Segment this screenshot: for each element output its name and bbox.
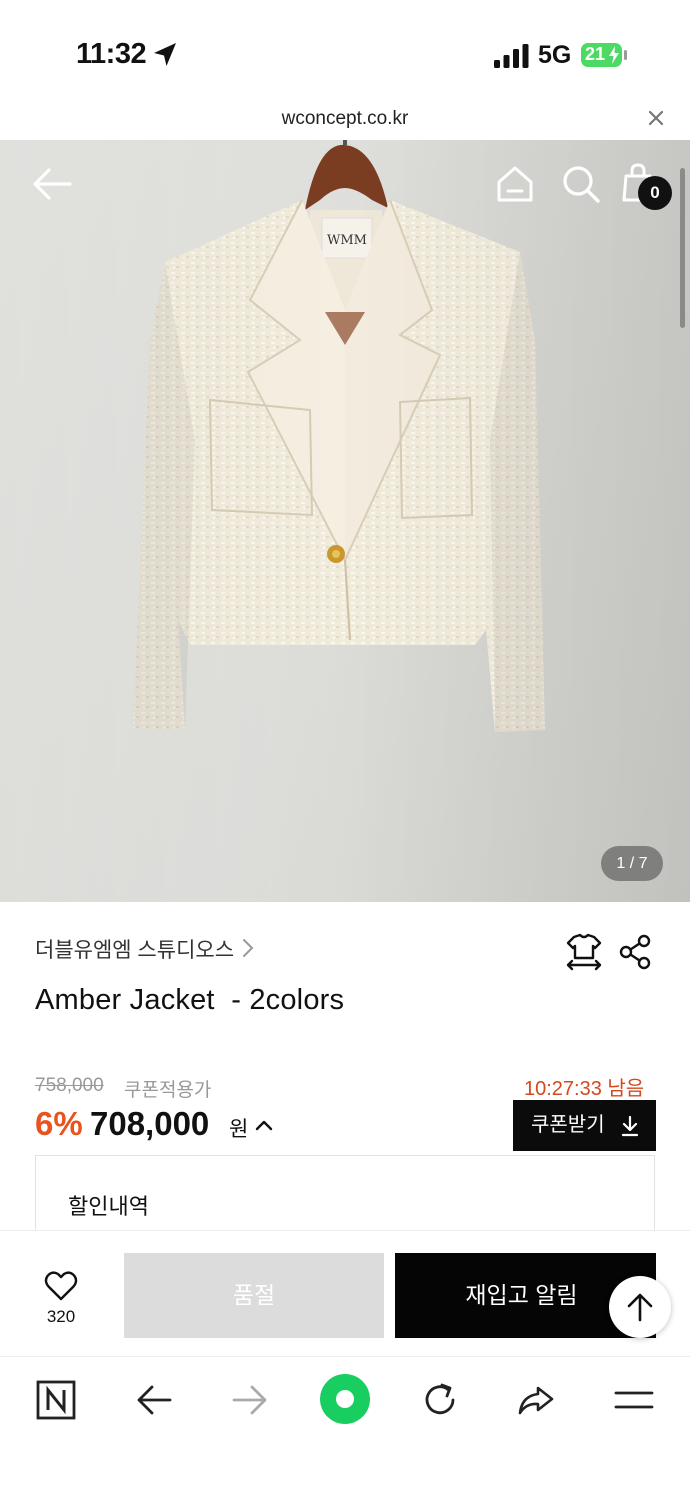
share-icon[interactable] [618, 934, 654, 970]
reload-icon[interactable] [418, 1378, 462, 1422]
original-price: 758,000 [35, 1075, 104, 1096]
final-price: 708,000 [90, 1105, 210, 1142]
url-text[interactable]: wconcept.co.kr [0, 108, 690, 130]
product-title: Amber Jacket - 2colors [35, 984, 345, 1016]
discount-details-title: 할인내역 [68, 1194, 149, 1219]
arrow-up-icon [627, 1293, 653, 1322]
product-image[interactable]: WMM [0, 140, 690, 902]
naver-icon[interactable] [34, 1378, 78, 1422]
chevron-right-icon[interactable] [238, 937, 256, 959]
coupon-price-label: 쿠폰적용가 [124, 1080, 212, 1101]
download-icon [621, 1115, 639, 1137]
status-time: 11:32 [76, 38, 147, 70]
brand-name[interactable]: 더블유엠엠 스튜디오스 [35, 934, 234, 964]
currency-unit: 원 [229, 1118, 249, 1141]
search-icon[interactable] [560, 163, 602, 205]
green-dot-icon[interactable] [318, 1372, 372, 1426]
cart-count-badge: 0 [638, 176, 672, 210]
coupon-timer: 10:27:33 남음 [524, 1078, 645, 1100]
chevron-up-icon[interactable] [254, 1116, 274, 1134]
location-arrow-icon [154, 43, 176, 66]
back-icon[interactable] [132, 1378, 176, 1422]
image-counter: 1 / 7 [601, 846, 663, 881]
coupon-button-label: 쿠폰받기 [531, 1114, 605, 1136]
discount-rate: 6% [35, 1105, 83, 1142]
home-icon[interactable] [494, 163, 536, 205]
network-type: 5G [538, 41, 572, 69]
share-forward-icon[interactable] [514, 1378, 558, 1422]
menu-icon[interactable] [612, 1378, 656, 1422]
forward-icon[interactable] [228, 1378, 272, 1422]
back-arrow-icon[interactable] [30, 164, 74, 204]
jacket-illustration: WMM [0, 140, 690, 902]
signal-icon [494, 44, 529, 68]
soldout-button[interactable]: 품절 [124, 1253, 384, 1338]
heart-icon[interactable] [44, 1270, 78, 1302]
scroll-indicator [680, 168, 685, 328]
size-fit-icon[interactable] [564, 932, 604, 972]
coupon-download-button[interactable]: 쿠폰받기 [513, 1100, 656, 1151]
close-icon[interactable] [644, 106, 668, 130]
battery-icon: 21 [580, 42, 628, 68]
wish-count: 320 [46, 1307, 76, 1326]
scroll-top-button[interactable] [609, 1276, 671, 1338]
battery-level: 21 [585, 44, 606, 64]
